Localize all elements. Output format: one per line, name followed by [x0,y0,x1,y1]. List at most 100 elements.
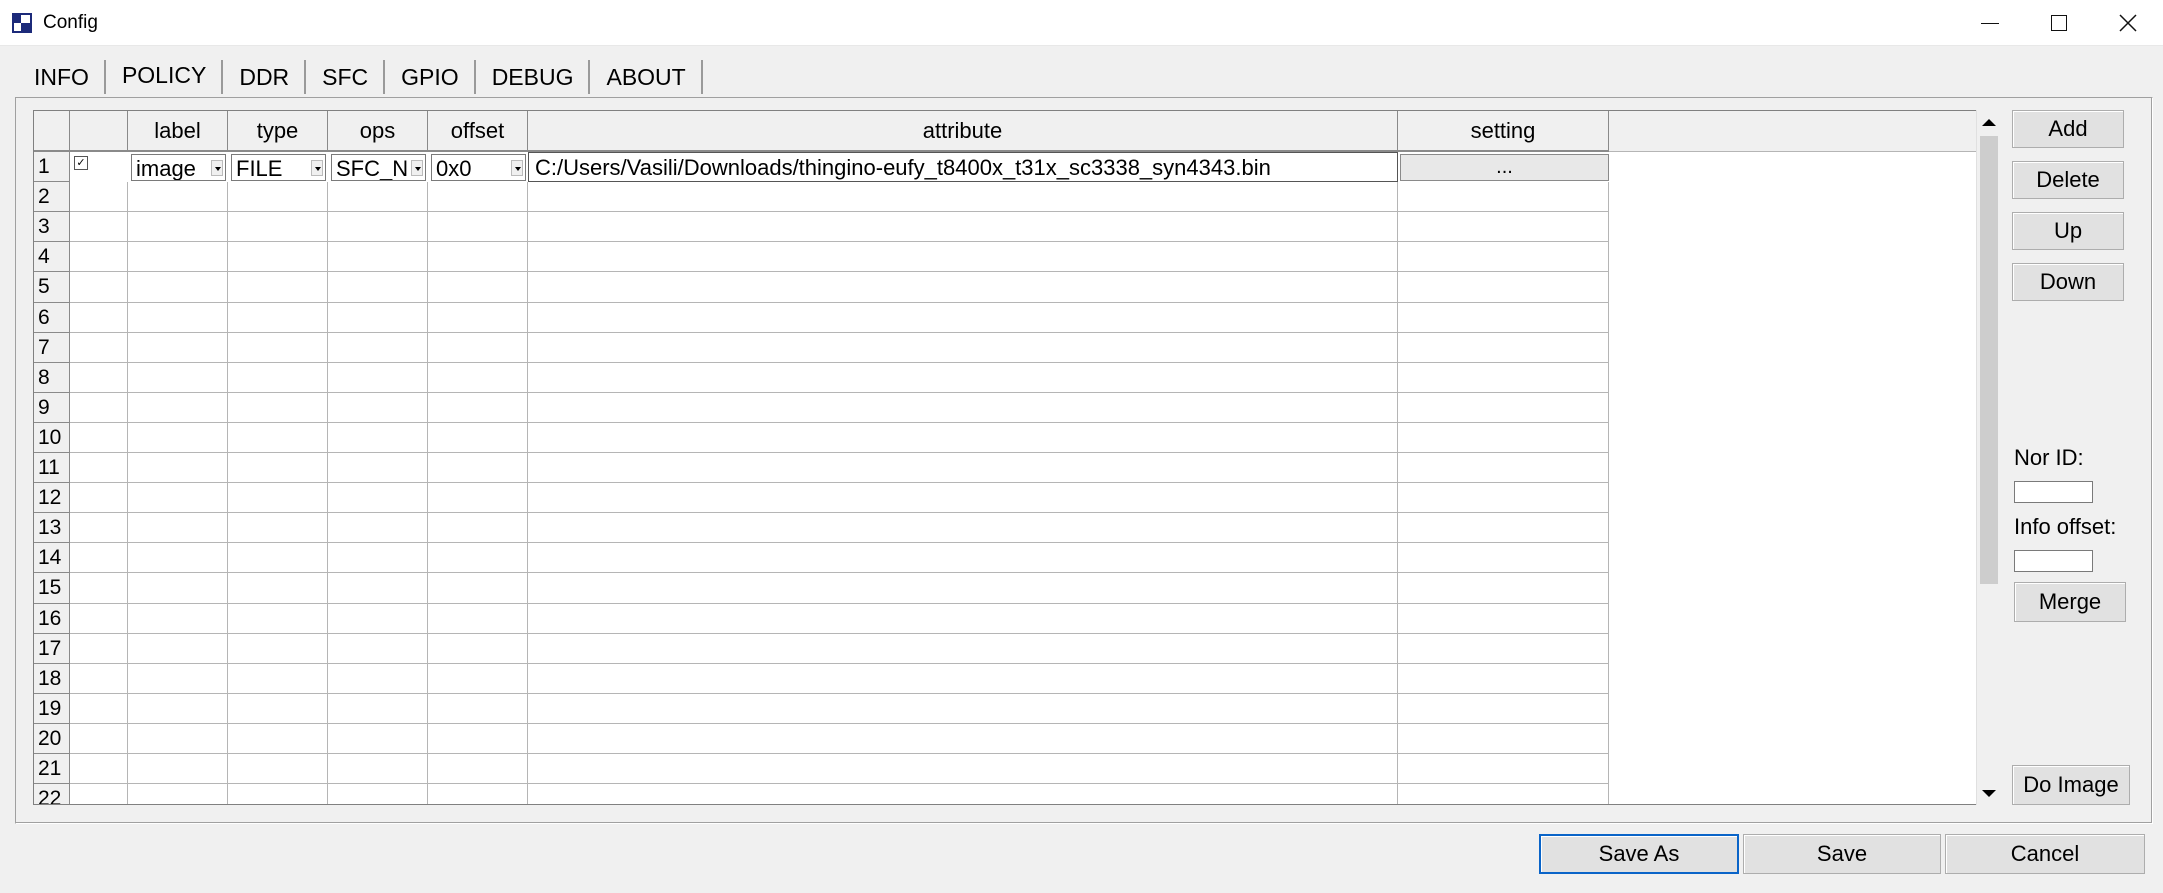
grid-cell[interactable] [528,573,1398,604]
grid-cell[interactable] [228,272,328,303]
policy-grid[interactable]: label type ops offset attribute setting … [33,110,1977,805]
grid-cell[interactable] [328,453,428,483]
grid-cell[interactable] [1398,754,1609,784]
grid-cell[interactable] [528,724,1398,754]
row-header[interactable]: 13 [34,513,70,543]
grid-cell[interactable] [428,724,528,754]
grid-cell[interactable] [70,303,128,333]
grid-cell[interactable] [228,182,328,212]
grid-cell[interactable] [228,303,328,333]
maximize-button[interactable] [2024,0,2093,46]
grid-cell[interactable] [128,724,228,754]
grid-cell[interactable] [128,694,228,724]
scroll-down-button[interactable] [1977,781,2001,805]
grid-cell[interactable] [1398,453,1609,483]
tab-debug[interactable]: DEBUG [476,60,591,94]
grid-cell[interactable] [328,604,428,634]
minimize-button[interactable] [1955,0,2024,46]
grid-cell[interactable] [70,363,128,393]
grid-cell[interactable] [328,784,428,804]
tab-sfc[interactable]: SFC [306,60,386,94]
grid-cell[interactable] [528,784,1398,804]
grid-cell[interactable] [428,212,528,242]
grid-cell[interactable] [1398,634,1609,664]
grid-cell[interactable] [528,303,1398,333]
grid-cell[interactable] [528,242,1398,272]
merge-button[interactable]: Merge [2014,582,2126,622]
grid-cell[interactable] [228,664,328,694]
grid-cell[interactable] [528,543,1398,573]
grid-cell[interactable] [1398,573,1609,604]
grid-cell[interactable] [128,212,228,242]
do-image-button[interactable]: Do Image [2012,765,2130,805]
grid-cell[interactable] [328,182,428,212]
grid-cell[interactable] [428,784,528,804]
grid-cell[interactable] [1398,303,1609,333]
grid-cell[interactable] [70,784,128,804]
save-button[interactable]: Save [1743,834,1941,874]
grid-cell[interactable] [128,634,228,664]
delete-button[interactable]: Delete [2012,161,2124,199]
row-header[interactable]: 12 [34,483,70,513]
row-1-label-combo[interactable]: image [131,154,226,181]
grid-cell[interactable] [1398,543,1609,573]
row-1-setting-button[interactable]: ... [1400,154,1609,181]
grid-cell[interactable] [428,423,528,453]
row-header[interactable]: 6 [34,303,70,333]
column-header-offset[interactable]: offset [428,111,528,152]
grid-cell[interactable] [1398,333,1609,363]
row-header[interactable]: 11 [34,453,70,483]
grid-cell[interactable] [228,724,328,754]
grid-cell[interactable] [428,303,528,333]
grid-cell[interactable] [328,724,428,754]
grid-cell[interactable] [328,634,428,664]
grid-cell[interactable] [70,543,128,573]
grid-cell[interactable] [128,242,228,272]
scroll-up-button[interactable] [1977,110,2001,134]
info-offset-input[interactable] [2014,550,2093,572]
row-header[interactable]: 16 [34,604,70,634]
grid-cell[interactable] [528,453,1398,483]
grid-cell[interactable] [1398,182,1609,212]
grid-cell[interactable] [128,393,228,423]
grid-cell[interactable] [228,393,328,423]
column-header-setting[interactable]: setting [1398,111,1609,152]
grid-cell[interactable] [428,573,528,604]
tab-policy[interactable]: POLICY [106,60,224,94]
grid-cell[interactable] [70,393,128,423]
grid-cell[interactable] [70,573,128,604]
grid-cell[interactable] [70,333,128,363]
grid-cell[interactable] [228,453,328,483]
grid-cell[interactable] [428,333,528,363]
close-button[interactable] [2093,0,2162,46]
grid-cell[interactable] [128,573,228,604]
grid-cell[interactable] [128,423,228,453]
grid-cell[interactable] [70,694,128,724]
grid-cell[interactable] [228,573,328,604]
row-header[interactable]: 2 [34,182,70,212]
grid-cell[interactable] [70,242,128,272]
tab-info[interactable]: INFO [18,60,106,94]
grid-cell[interactable] [528,423,1398,453]
grid-cell[interactable] [128,664,228,694]
grid-cell[interactable] [228,634,328,664]
grid-cell[interactable] [428,453,528,483]
grid-cell[interactable] [328,363,428,393]
grid-cell[interactable] [528,182,1398,212]
grid-cell[interactable] [328,272,428,303]
row-header[interactable]: 17 [34,634,70,664]
grid-cell[interactable] [428,272,528,303]
grid-cell[interactable] [328,513,428,543]
grid-cell[interactable] [228,754,328,784]
grid-cell[interactable] [228,604,328,634]
grid-cell[interactable] [128,513,228,543]
grid-cell[interactable] [128,303,228,333]
grid-cell[interactable] [228,363,328,393]
grid-cell[interactable] [428,393,528,423]
grid-cell[interactable] [128,543,228,573]
add-button[interactable]: Add [2012,110,2124,148]
tab-gpio[interactable]: GPIO [385,60,476,94]
grid-cell[interactable] [528,333,1398,363]
grid-cell[interactable] [428,664,528,694]
row-header[interactable]: 1 [34,152,70,182]
